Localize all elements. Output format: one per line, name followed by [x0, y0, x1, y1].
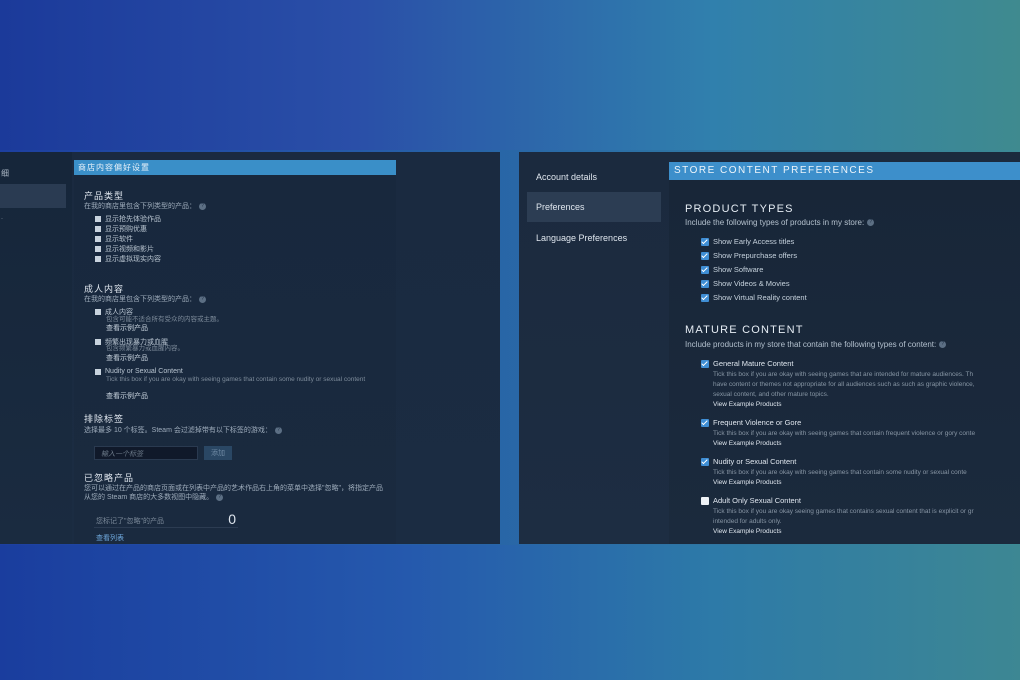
- view-example-link[interactable]: View Example Products: [713, 440, 782, 447]
- checkbox-checked-icon[interactable]: [701, 279, 709, 288]
- help-icon[interactable]: ?: [216, 493, 224, 501]
- checkbox-checked-icon[interactable]: [701, 237, 709, 246]
- view-example-link[interactable]: View Example Products: [713, 528, 782, 535]
- view-example-link[interactable]: 查看示例产品: [106, 353, 148, 363]
- checkbox-icon[interactable]: [95, 339, 101, 345]
- sidebar-item-preferences[interactable]: Preferences: [527, 192, 661, 222]
- checkbox-icon[interactable]: [95, 236, 101, 242]
- checkbox-videos[interactable]: Show Videos & Movies: [701, 279, 790, 288]
- background-bottom: [0, 545, 1020, 680]
- sidebar-fragment-mark: ·: [1, 216, 3, 222]
- product-types-heading: PRODUCT TYPES: [685, 203, 794, 215]
- sidebar-item-preferences[interactable]: [0, 184, 66, 208]
- checkbox-checked-icon[interactable]: [701, 457, 709, 466]
- help-icon[interactable]: ?: [939, 341, 947, 349]
- help-icon[interactable]: ?: [867, 219, 875, 227]
- preferences-main: STORE CONTENT PREFERENCES PRODUCT TYPES …: [669, 162, 1020, 544]
- checkbox-violence[interactable]: Frequent Violence or Gore: [701, 418, 801, 427]
- ignored-products-desc: 您可以通过在产品的商店页面或在列表中产品的艺术作品右上角的菜单中选择"忽略"，将…: [84, 485, 383, 501]
- sidebar-item-language-preferences[interactable]: Language Preferences: [527, 223, 661, 253]
- help-icon[interactable]: ?: [199, 202, 206, 210]
- help-icon[interactable]: ?: [274, 426, 282, 434]
- mature-content-subtitle: Include products in my store that contai…: [685, 340, 947, 349]
- view-example-link[interactable]: View Example Products: [713, 479, 782, 486]
- item-description: Tick this box if you are okay seeing gam…: [713, 508, 974, 515]
- checkbox-checked-icon[interactable]: [701, 265, 709, 274]
- item-description: sexual content, and other mature topics.: [713, 391, 829, 398]
- checkbox-software[interactable]: 显示软件: [95, 234, 133, 244]
- sidebar-item-account-details[interactable]: Account details: [527, 162, 661, 192]
- item-description: Tick this box if you are okay with seein…: [713, 371, 974, 378]
- checkbox-nudity[interactable]: Nudity or Sexual Content: [701, 457, 796, 466]
- english-preferences-panel: Account details Preferences Language Pre…: [519, 152, 1020, 544]
- checkbox-checked-icon[interactable]: [701, 418, 709, 427]
- page-title: STORE CONTENT PREFERENCES: [669, 162, 1020, 180]
- checkbox-software[interactable]: Show Software: [701, 265, 763, 274]
- checkbox-checked-icon[interactable]: [701, 293, 709, 302]
- excluded-tags-heading: 排除标签: [84, 414, 125, 424]
- product-types-subtitle: 在我的商店里包含下列类型的产品：?: [84, 201, 206, 211]
- add-tag-button[interactable]: 添加: [204, 446, 232, 460]
- background-top: [0, 0, 1020, 150]
- sidebar: 细 ·: [0, 152, 72, 544]
- checkbox-icon[interactable]: [95, 216, 101, 222]
- mature-content-heading: MATURE CONTENT: [685, 324, 804, 336]
- checkbox-adult-only[interactable]: Adult Only Sexual Content: [701, 496, 801, 505]
- sidebar: Account details Preferences Language Pre…: [519, 152, 667, 544]
- checkbox-prepurchase[interactable]: Show Prepurchase offers: [701, 251, 797, 260]
- checkbox-checked-icon[interactable]: [701, 251, 709, 260]
- checkbox-vr[interactable]: Show Virtual Reality content: [701, 293, 807, 302]
- checkbox-vr[interactable]: 显示虚拟现实内容: [95, 254, 161, 264]
- checkbox-videos[interactable]: 显示视频和影片: [95, 244, 154, 254]
- checkbox-general-mature[interactable]: General Mature Content: [701, 359, 793, 368]
- item-description: 包含频繁暴力或血腥内容。: [106, 345, 184, 352]
- view-example-link[interactable]: 查看示例产品: [106, 391, 148, 401]
- checkbox-icon[interactable]: [95, 309, 101, 315]
- item-description: Tick this box if you are okay with seein…: [713, 469, 967, 476]
- view-list-link[interactable]: 查看列表: [96, 533, 124, 543]
- item-description: Tick this box if you are okay with seein…: [106, 376, 366, 383]
- checkbox-unchecked-icon[interactable]: [701, 496, 709, 505]
- checkbox-checked-icon[interactable]: [701, 359, 709, 368]
- checkbox-icon[interactable]: [95, 246, 101, 252]
- checkbox-early-access[interactable]: Show Early Access titles: [701, 237, 794, 246]
- product-types-subtitle: Include the following types of products …: [685, 218, 875, 227]
- item-description: Tick this box if you are okay with seein…: [713, 430, 976, 437]
- sidebar-fragment[interactable]: 细: [1, 168, 9, 179]
- item-description: intended for adults only.: [713, 518, 782, 525]
- preferences-main: 商店内容偏好设置 产品类型 在我的商店里包含下列类型的产品：? 显示抢先体验作品…: [74, 160, 396, 544]
- help-icon[interactable]: ?: [199, 295, 206, 303]
- chinese-preferences-panel: 细 · 商店内容偏好设置 产品类型 在我的商店里包含下列类型的产品：? 显示抢先…: [0, 152, 500, 544]
- ignored-products-heading: 已忽略产品: [84, 473, 135, 483]
- ignored-products-label: 您标记了"忽略"的产品: [96, 518, 164, 525]
- mature-content-subtitle: 在我的商店里包含下列类型的产品：?: [84, 294, 206, 304]
- item-description: have content or themes not appropriate f…: [713, 381, 975, 388]
- tag-input[interactable]: 输入一个标签: [94, 446, 198, 460]
- ignored-products-count: 0: [228, 511, 236, 527]
- checkbox-icon[interactable]: [95, 368, 101, 375]
- ignored-products-field: 您标记了"忽略"的产品 0: [94, 511, 238, 528]
- checkbox-early-access[interactable]: 显示抢先体验作品: [95, 214, 161, 224]
- checkbox-icon[interactable]: [95, 226, 101, 232]
- page-title: 商店内容偏好设置: [74, 160, 396, 175]
- view-example-link[interactable]: View Example Products: [713, 401, 782, 408]
- item-description: 包含可能不适合所有受众的内容或主题。: [106, 316, 223, 323]
- checkbox-nudity[interactable]: Nudity or Sexual Content: [95, 368, 183, 375]
- view-example-link[interactable]: 查看示例产品: [106, 323, 148, 333]
- checkbox-icon[interactable]: [95, 256, 101, 262]
- checkbox-prepurchase[interactable]: 显示预购优惠: [95, 224, 147, 234]
- excluded-tags-subtitle: 选择最多 10 个标签。Steam 会过滤掉带有以下标签的游戏：?: [84, 425, 282, 435]
